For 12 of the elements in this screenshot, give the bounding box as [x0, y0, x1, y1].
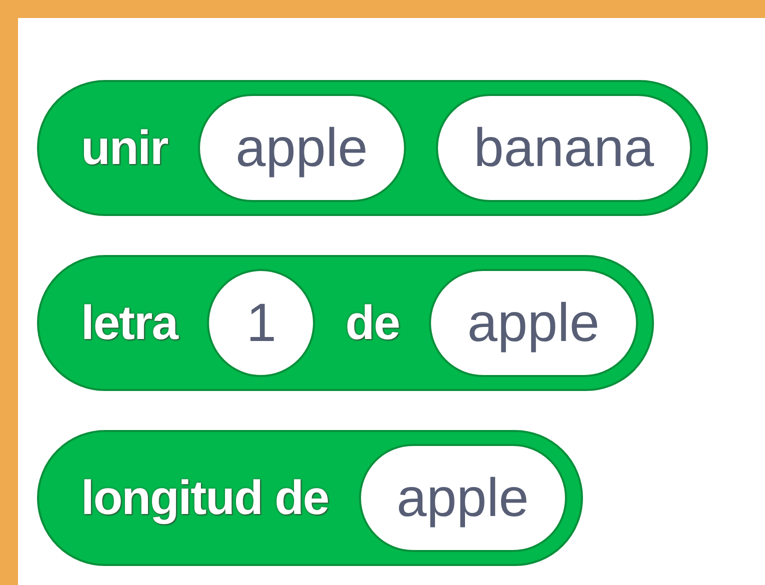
input-field[interactable]: apple — [198, 94, 406, 202]
reporter-block[interactable]: longitud de apple — [37, 430, 583, 566]
block-label: letra — [81, 296, 178, 350]
reporter-block[interactable]: letra 1 de apple — [37, 255, 654, 391]
block-label: longitud de — [81, 470, 329, 526]
input-field[interactable]: apple — [429, 269, 638, 377]
block-label: unir — [81, 120, 168, 176]
input-field[interactable]: banana — [436, 94, 692, 202]
input-field[interactable]: 1 — [207, 269, 316, 377]
reporter-block[interactable]: unir apple banana — [37, 80, 708, 216]
block-label: de — [345, 296, 400, 350]
input-field[interactable]: apple — [358, 444, 567, 552]
